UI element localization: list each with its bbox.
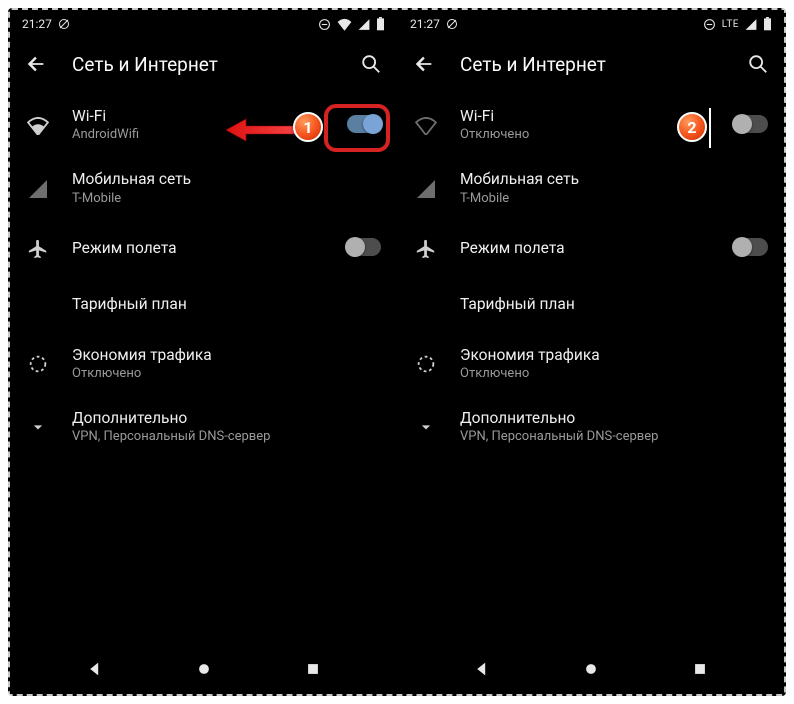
nav-home[interactable] [580, 658, 602, 680]
row-airplane-title: Режим полета [72, 239, 325, 258]
page-title: Сеть и Интернет [460, 53, 722, 76]
nav-bar [10, 648, 397, 694]
panel-left: 21:27 Сеть и Интернет [10, 10, 397, 694]
row-more[interactable]: Дополнительно VPN, Персональный DNS-серв… [398, 396, 784, 459]
row-airplane[interactable]: Режим полета [10, 221, 397, 277]
row-datasaver-sub: Отключено [72, 366, 381, 383]
row-mobile[interactable]: Мобильная сеть T-Mobile [10, 157, 397, 220]
panel-right: 21:27 LTE Сеть и Интернет [397, 10, 784, 694]
search-icon [747, 53, 769, 75]
app-bar: Сеть и Интернет [398, 38, 784, 90]
row-airplane-title: Режим полета [460, 239, 712, 258]
row-plan-title: Тарифный план [460, 295, 768, 314]
arrow-left-icon [413, 53, 435, 75]
search-button[interactable] [746, 52, 770, 76]
row-wifi-title: Wi-Fi [460, 107, 712, 126]
signal-icon [358, 18, 370, 31]
signal-icon [26, 177, 50, 201]
wifi-toggle[interactable] [347, 115, 381, 133]
dnd-icon [446, 18, 458, 30]
blank-icon [414, 293, 438, 317]
row-airplane[interactable]: Режим полета [398, 221, 784, 277]
blank-icon [26, 293, 50, 317]
row-wifi-title: Wi-Fi [72, 107, 325, 126]
chevron-down-icon [26, 415, 50, 439]
row-wifi[interactable]: Wi-Fi AndroidWifi [10, 94, 397, 157]
status-bar: 21:27 [10, 10, 397, 38]
wifi-icon [337, 18, 352, 31]
nav-back[interactable] [84, 658, 106, 680]
row-datasaver-title: Экономия трафика [460, 346, 768, 365]
arrow-left-icon [25, 53, 47, 75]
row-wifi-sub: Отключено [460, 127, 712, 144]
dnd-icon [58, 18, 70, 30]
minus-circle-icon [703, 18, 716, 31]
row-mobile-sub: T-Mobile [460, 191, 768, 208]
row-plan[interactable]: Тарифный план [398, 277, 784, 333]
airplane-icon [26, 237, 50, 261]
back-button[interactable] [412, 52, 436, 76]
status-time: 21:27 [22, 17, 52, 31]
row-plan-title: Тарифный план [72, 295, 381, 314]
nav-recent[interactable] [689, 658, 711, 680]
status-bar: 21:27 LTE [398, 10, 784, 38]
dual-screenshot-frame: 21:27 Сеть и Интернет [8, 8, 786, 696]
status-lte: LTE [722, 19, 739, 30]
wifi-toggle[interactable] [734, 115, 768, 133]
settings-list: Wi-Fi Отключено Мобильная сеть T-Mobile [398, 90, 784, 459]
search-icon [360, 53, 382, 75]
row-datasaver-title: Экономия трафика [72, 346, 381, 365]
row-more-sub: VPN, Персональный DNS-сервер [460, 429, 768, 446]
row-datasaver[interactable]: Экономия трафика Отключено [398, 333, 784, 396]
row-more-title: Дополнительно [460, 409, 768, 428]
row-mobile-title: Мобильная сеть [72, 170, 381, 189]
app-bar: Сеть и Интернет [10, 38, 397, 90]
row-mobile-title: Мобильная сеть [460, 170, 768, 189]
datasaver-icon [26, 352, 50, 376]
nav-recent[interactable] [302, 658, 324, 680]
nav-bar [398, 648, 784, 694]
airplane-toggle[interactable] [347, 238, 381, 256]
row-wifi-sub: AndroidWifi [72, 127, 325, 144]
signal-icon [414, 177, 438, 201]
status-time: 21:27 [410, 17, 440, 31]
battery-icon [763, 17, 772, 31]
row-more-title: Дополнительно [72, 409, 381, 428]
page-title: Сеть и Интернет [72, 53, 335, 76]
chevron-down-icon [414, 415, 438, 439]
wifi-off-icon [414, 114, 438, 138]
minus-circle-icon [318, 18, 331, 31]
airplane-icon [414, 237, 438, 261]
nav-back[interactable] [471, 658, 493, 680]
nav-home[interactable] [193, 658, 215, 680]
signal-icon [745, 18, 757, 31]
row-datasaver[interactable]: Экономия трафика Отключено [10, 333, 397, 396]
settings-list: Wi-Fi AndroidWifi Мобильная сеть T-Mobil… [10, 90, 397, 459]
airplane-toggle[interactable] [734, 238, 768, 256]
wifi-icon [26, 114, 50, 138]
row-wifi[interactable]: Wi-Fi Отключено [398, 94, 784, 157]
row-more[interactable]: Дополнительно VPN, Персональный DNS-серв… [10, 396, 397, 459]
row-more-sub: VPN, Персональный DNS-сервер [72, 429, 381, 446]
row-datasaver-sub: Отключено [460, 366, 768, 383]
row-mobile-sub: T-Mobile [72, 191, 381, 208]
row-plan[interactable]: Тарифный план [10, 277, 397, 333]
search-button[interactable] [359, 52, 383, 76]
back-button[interactable] [24, 52, 48, 76]
row-mobile[interactable]: Мобильная сеть T-Mobile [398, 157, 784, 220]
battery-icon [376, 17, 385, 31]
datasaver-icon [414, 352, 438, 376]
